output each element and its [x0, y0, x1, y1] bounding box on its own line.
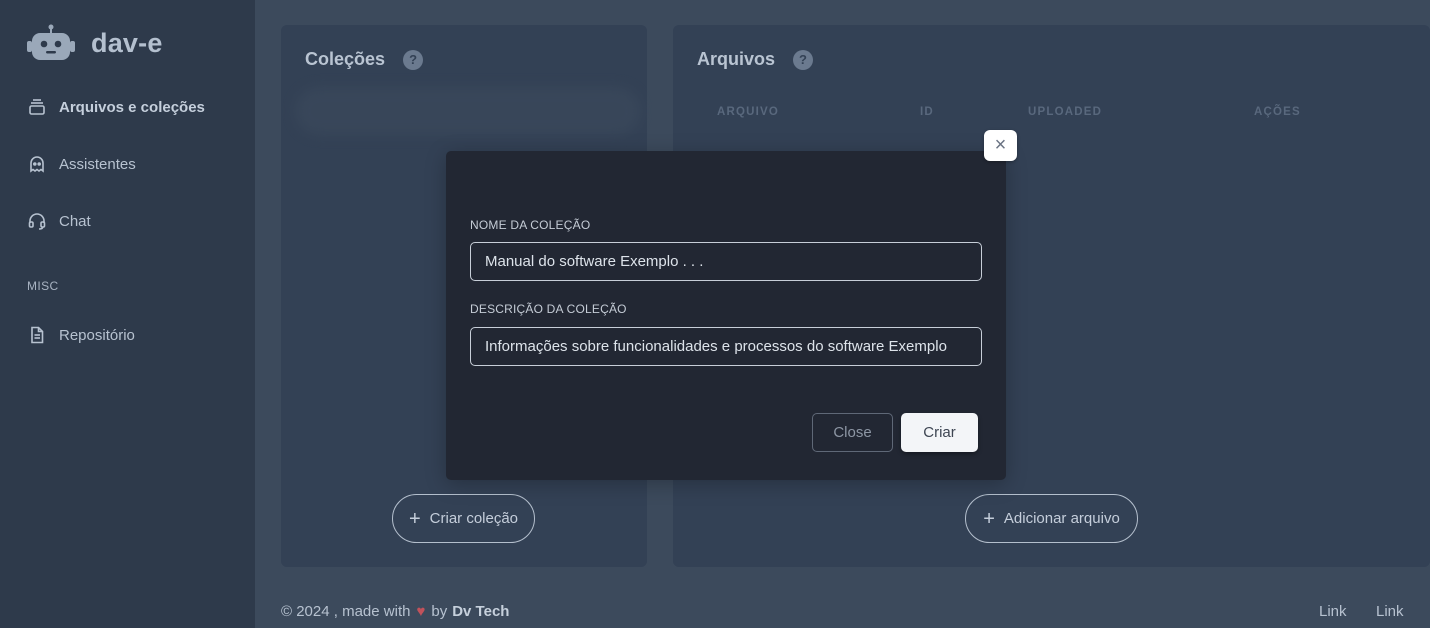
- create-button[interactable]: Criar: [901, 413, 978, 452]
- footer-credits: © 2024 , made with ♥ by Dv Tech: [281, 603, 509, 620]
- sidebar-item-arquivos-e-colecoes[interactable]: Arquivos e coleções: [27, 97, 205, 117]
- create-collection-modal: NOME DA COLEÇÃO DESCRIÇÃO DA COLEÇÃO Clo…: [446, 151, 1006, 480]
- sidebar-item-repositorio[interactable]: Repositório: [27, 325, 135, 345]
- plus-icon: +: [983, 507, 995, 530]
- plus-icon: +: [408, 507, 421, 530]
- sidebar-item-label: Chat: [59, 212, 91, 230]
- sidebar: dav-e Arquivos e coleções Assistentes Ch…: [0, 0, 255, 628]
- create-collection-label: Criar coleção: [429, 510, 519, 527]
- blurred-collection-item: [295, 87, 641, 135]
- add-file-button[interactable]: + Adicionar arquivo: [965, 494, 1138, 543]
- column-header-acoes[interactable]: AÇÕES: [1254, 106, 1301, 118]
- help-icon[interactable]: ?: [403, 49, 424, 70]
- sidebar-item-label: Assistentes: [59, 155, 136, 173]
- sidebar-item-assistentes[interactable]: Assistentes: [27, 154, 136, 174]
- sidebar-item-label: Arquivos e coleções: [59, 98, 205, 116]
- heart-icon: ♥: [416, 603, 426, 620]
- ghost-icon: [30, 156, 44, 173]
- column-header-uploaded[interactable]: UPLOADED: [1028, 106, 1102, 118]
- column-header-arquivo[interactable]: ARQUIVO: [717, 106, 779, 118]
- document-icon: [31, 326, 44, 344]
- headset-icon: [28, 213, 46, 230]
- footer-by: by: [431, 603, 448, 620]
- brand-name: dav-e: [91, 27, 163, 58]
- collection-description-label: DESCRIÇÃO DA COLEÇÃO: [470, 302, 627, 316]
- sidebar-item-label: Repositório: [59, 326, 135, 344]
- colecoes-title: Coleções ?: [305, 49, 424, 70]
- close-icon[interactable]: ×: [984, 130, 1017, 161]
- robot-logo-icon: [27, 24, 75, 60]
- close-button[interactable]: Close: [812, 413, 893, 452]
- column-header-id[interactable]: ID: [920, 106, 934, 118]
- footer-author[interactable]: Dv Tech: [452, 603, 509, 620]
- collection-name-label: NOME DA COLEÇÃO: [470, 218, 591, 232]
- help-icon[interactable]: ?: [793, 49, 814, 70]
- add-file-label: Adicionar arquivo: [1003, 510, 1120, 527]
- arquivos-title: Arquivos ?: [697, 49, 814, 70]
- sidebar-item-chat[interactable]: Chat: [27, 211, 91, 231]
- create-collection-button[interactable]: + Criar coleção: [392, 494, 535, 543]
- layers-icon: [29, 99, 45, 115]
- brand[interactable]: dav-e: [27, 24, 163, 62]
- colecoes-title-text: Coleções: [305, 49, 386, 69]
- footer-link-2[interactable]: Link: [1376, 603, 1404, 620]
- collection-description-input[interactable]: [470, 327, 982, 366]
- section-label-misc: MISC: [27, 279, 59, 293]
- collection-name-input[interactable]: [470, 242, 982, 281]
- footer-link-1[interactable]: Link: [1319, 603, 1347, 620]
- arquivos-title-text: Arquivos: [697, 49, 776, 69]
- footer-copyright: © 2024 , made with: [281, 603, 411, 620]
